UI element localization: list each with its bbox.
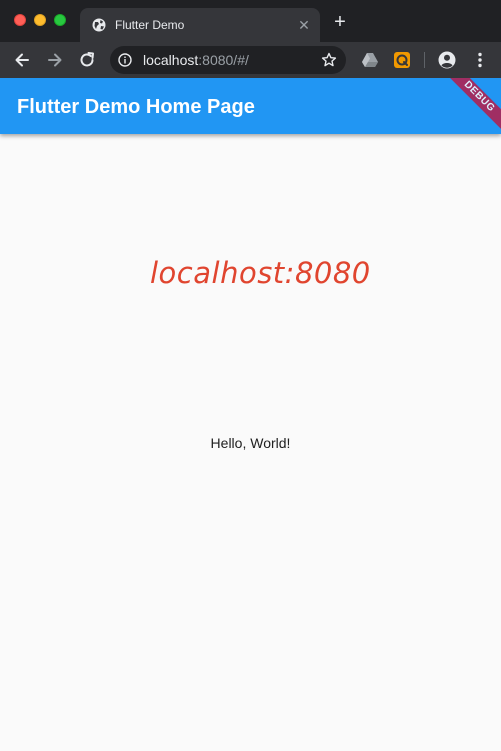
tab-strip: Flutter Demo ✕ + (0, 0, 501, 42)
tab-flutter-demo[interactable]: Flutter Demo ✕ (80, 8, 320, 42)
address-bar[interactable]: localhost:8080/#/ (110, 46, 346, 74)
page-title: Flutter Demo Home Page (17, 96, 255, 118)
star-icon[interactable] (321, 52, 337, 68)
more-vertical-icon[interactable] (471, 51, 489, 69)
tab-close-icon[interactable]: ✕ (296, 17, 312, 33)
url-path: :8080/#/ (198, 52, 249, 68)
close-window-button[interactable] (14, 14, 26, 26)
url-host: localhost (143, 52, 199, 68)
localhost-watermark: localhost:8080 (150, 256, 371, 290)
url-text[interactable]: localhost:8080/#/ (143, 52, 249, 68)
reload-icon[interactable] (77, 50, 97, 70)
minimize-window-button[interactable] (34, 14, 46, 26)
browser-window: Flutter Demo ✕ + localhost:8080/#/ Flutt… (0, 0, 501, 751)
page-viewport: Flutter Demo Home Page DEBUG localhost:8… (0, 78, 501, 751)
hello-text: Hello, World! (210, 435, 291, 451)
info-icon[interactable] (118, 53, 132, 67)
google-drive-icon[interactable] (361, 51, 379, 69)
globe-icon (92, 18, 106, 32)
maximize-window-button[interactable] (54, 14, 66, 26)
arrow-left-icon[interactable] (12, 50, 32, 70)
orange-extension-icon[interactable] (393, 51, 411, 69)
arrow-right-icon[interactable] (45, 50, 65, 70)
app-bar: Flutter Demo Home Page (0, 78, 501, 134)
tab-title: Flutter Demo (115, 18, 185, 32)
browser-toolbar: localhost:8080/#/ (0, 42, 501, 78)
profile-icon[interactable] (438, 51, 456, 69)
toolbar-divider (424, 52, 425, 68)
new-tab-button[interactable]: + (330, 12, 350, 32)
